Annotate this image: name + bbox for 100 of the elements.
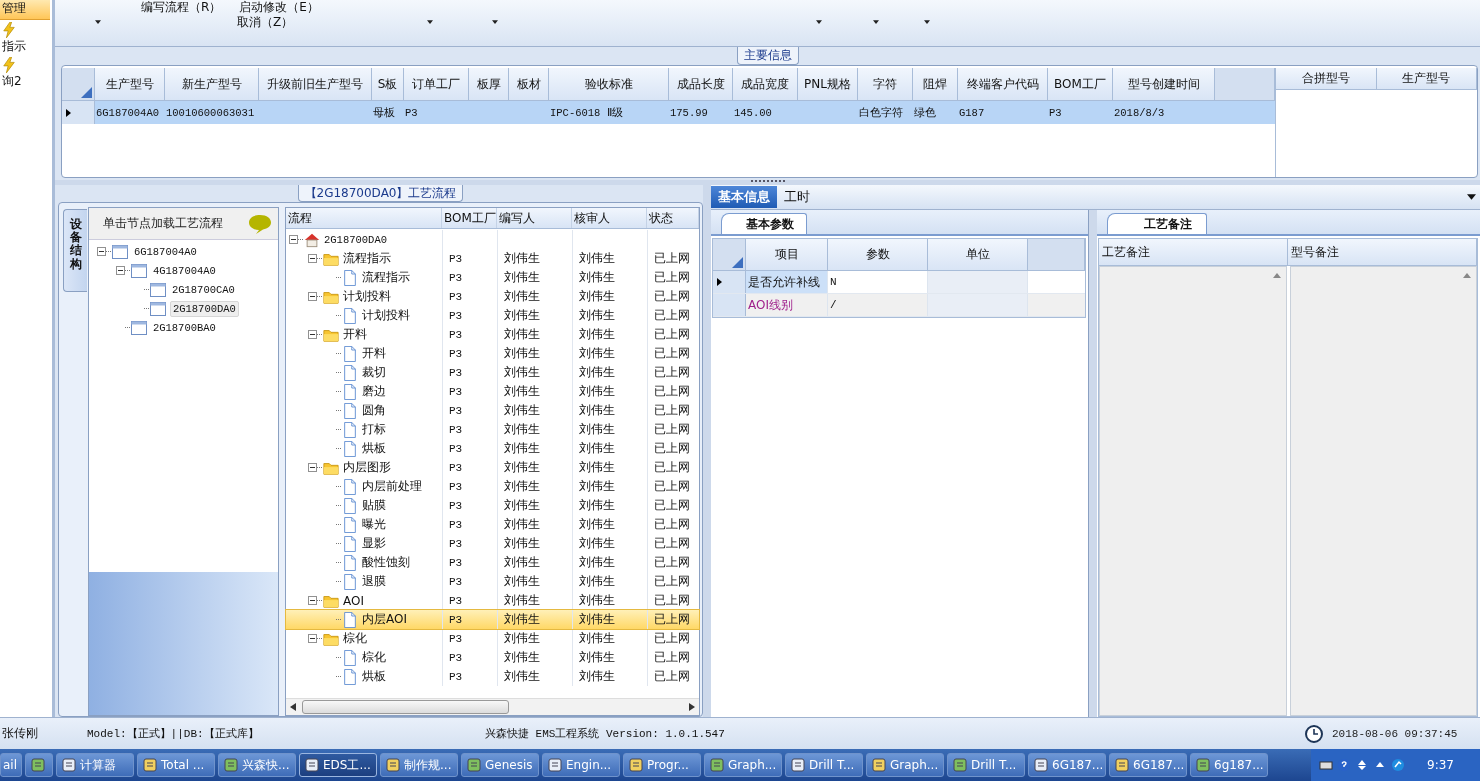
tree-row[interactable]: 2G18700DA0 (286, 230, 699, 249)
up-arrow-icon[interactable] (1463, 273, 1471, 278)
tab[interactable]: 工时 (777, 186, 817, 208)
row-header[interactable] (713, 271, 746, 293)
table-row[interactable]: AOI线别 / (713, 294, 1085, 317)
toolbar-command[interactable]: 编写流程（R） (141, 0, 222, 16)
tree-row[interactable]: 流程指示 P3 刘伟生 刘伟生 已上网 (286, 268, 699, 287)
collapse-icon[interactable] (96, 247, 106, 256)
taskbar-button[interactable]: Engin... (542, 753, 620, 777)
tree-row[interactable]: 酸性蚀刻 P3 刘伟生 刘伟生 已上网 (286, 553, 699, 572)
tree-node[interactable]: 6G187004A0 (131, 244, 199, 259)
tree-row[interactable]: 内层前处理 P3 刘伟生 刘伟生 已上网 (286, 477, 699, 496)
caret-icon[interactable] (492, 20, 499, 24)
column-header[interactable]: 合拼型号 (1276, 68, 1377, 90)
column-header[interactable]: 编写人 (497, 208, 572, 228)
taskbar-button[interactable]: Graph... (704, 753, 782, 777)
sidebar-item[interactable]: 询2 (0, 57, 50, 92)
table-cell: 已上网 (654, 573, 690, 590)
tree-row[interactable]: 棕化 P3 刘伟生 刘伟生 已上网 (286, 629, 699, 648)
collapse-icon[interactable] (308, 330, 317, 339)
sidebar-item[interactable]: 指示 (0, 22, 50, 57)
left-arrow-icon[interactable] (290, 703, 296, 711)
tree-row[interactable]: 计划投料 P3 刘伟生 刘伟生 已上网 (286, 306, 699, 325)
taskbar-button[interactable] (25, 753, 53, 777)
panel-tab[interactable]: 基本参数 (721, 213, 807, 234)
table-row[interactable]: 6G187004A0 10010600063031 母板 P3 IPC-6018 Ⅱ级 175.99 145.00 白色字符 绿色 G187 P3 2018/8/3 (62, 101, 1275, 124)
tree-row[interactable]: 显影 P3 刘伟生 刘伟生 已上网 (286, 534, 699, 553)
keyboard-icon[interactable] (1319, 758, 1334, 772)
taskbar-button[interactable]: 6G187... (1109, 753, 1187, 777)
column-header[interactable]: 工艺备注 (1099, 239, 1288, 265)
scroll-thumb[interactable] (302, 700, 509, 714)
collapse-icon[interactable] (308, 254, 317, 263)
collapse-icon[interactable] (308, 634, 317, 643)
taskbar-button[interactable]: 计算器 (56, 753, 134, 777)
taskbar-button[interactable]: Drill T... (947, 753, 1025, 777)
taskbar-button[interactable]: 制作规... (380, 753, 458, 777)
toolbar-command[interactable]: 启动修改（E） (239, 0, 319, 16)
tree-row[interactable]: 裁切 P3 刘伟生 刘伟生 已上网 (286, 363, 699, 382)
column-header[interactable]: 参数 (828, 239, 928, 271)
taskbar-button[interactable]: 6G187... (1028, 753, 1106, 777)
taskbar-button[interactable]: Drill T... (785, 753, 863, 777)
side-tab[interactable]: 设备结构 (63, 209, 87, 292)
right-arrow-icon[interactable] (689, 703, 695, 711)
collapse-icon[interactable] (308, 596, 317, 605)
column-header[interactable]: BOM工厂 (442, 208, 497, 228)
tree-row[interactable]: 开料 P3 刘伟生 刘伟生 已上网 (286, 325, 699, 344)
sidebar-item[interactable]: 管理 (0, 0, 50, 20)
taskbar-button[interactable]: 兴森快... (218, 753, 296, 777)
taskbar-button[interactable]: EDS工... (299, 753, 377, 777)
step-name: 开料 (343, 326, 367, 343)
table-row[interactable]: 是否允许补线 N (713, 271, 1085, 294)
caret-icon[interactable] (427, 20, 434, 24)
tree-row[interactable]: 圆角 P3 刘伟生 刘伟生 已上网 (286, 401, 699, 420)
step-name: 贴膜 (362, 497, 386, 514)
collapse-icon[interactable] (308, 292, 317, 301)
caret-icon[interactable] (95, 20, 101, 24)
caret-icon[interactable] (873, 20, 880, 24)
tree-node[interactable]: 4G187004A0 (150, 263, 218, 278)
collapse-icon[interactable] (308, 463, 317, 472)
panel-tab[interactable]: 工艺备注 (1107, 213, 1207, 234)
tree-row[interactable]: 计划投料 P3 刘伟生 刘伟生 已上网 (286, 287, 699, 306)
tree-node[interactable]: 2G18700BA0 (150, 320, 218, 335)
collapse-icon[interactable] (289, 235, 298, 244)
taskbar-button[interactable]: Total ... (137, 753, 215, 777)
tree-row[interactable]: 内层图形 P3 刘伟生 刘伟生 已上网 (286, 458, 699, 477)
tree-row[interactable]: 退膜 P3 刘伟生 刘伟生 已上网 (286, 572, 699, 591)
up-arrow-icon[interactable] (1272, 273, 1281, 278)
tree-row[interactable]: 烘板 P3 刘伟生 刘伟生 已上网 (286, 667, 699, 686)
caret-icon[interactable] (924, 20, 931, 24)
horizontal-scrollbar[interactable] (286, 698, 699, 715)
tree-row[interactable]: 曝光 P3 刘伟生 刘伟生 已上网 (286, 515, 699, 534)
taskbar-button[interactable]: ail (0, 753, 22, 777)
tree-node[interactable]: 2G18700CA0 (169, 282, 237, 297)
tree-row[interactable]: 棕化 P3 刘伟生 刘伟生 已上网 (286, 648, 699, 667)
taskbar-button[interactable]: Progr... (623, 753, 701, 777)
table-cell: P3 (1049, 106, 1062, 119)
column-header[interactable]: 型号备注 (1288, 239, 1477, 265)
toolbar-command[interactable]: 取消（Z） (237, 13, 294, 31)
column-header[interactable]: 流程 (286, 208, 442, 228)
tree-row[interactable]: 开料 P3 刘伟生 刘伟生 已上网 (286, 344, 699, 363)
tree-row[interactable]: 内层AOI P3 刘伟生 刘伟生 已上网 (286, 610, 699, 629)
taskbar-button[interactable]: 6g187... (1190, 753, 1268, 777)
column-header[interactable]: 状态 (647, 208, 699, 228)
network-icon[interactable] (1391, 758, 1406, 772)
tree-node[interactable]: 2G18700DA0 (169, 300, 239, 317)
clock[interactable]: 9:37 (1427, 758, 1454, 772)
taskbar-button[interactable]: Graph... (866, 753, 944, 777)
tree-row[interactable]: 流程指示 P3 刘伟生 刘伟生 已上网 (286, 249, 699, 268)
tree-row[interactable]: 贴膜 P3 刘伟生 刘伟生 已上网 (286, 496, 699, 515)
tree-row[interactable]: 打标 P3 刘伟生 刘伟生 已上网 (286, 420, 699, 439)
tab[interactable]: 基本信息 (711, 186, 777, 208)
caret-icon[interactable] (816, 20, 823, 24)
caret-icon[interactable] (1467, 194, 1476, 200)
collapse-icon[interactable] (115, 266, 125, 275)
taskbar-button[interactable]: Genesis (461, 753, 539, 777)
column-header[interactable]: 生产型号 (1376, 68, 1477, 90)
column-header[interactable]: 核审人 (572, 208, 647, 228)
tree-row[interactable]: 烘板 P3 刘伟生 刘伟生 已上网 (286, 439, 699, 458)
help-icon[interactable] (1337, 758, 1352, 772)
tree-row[interactable]: 磨边 P3 刘伟生 刘伟生 已上网 (286, 382, 699, 401)
